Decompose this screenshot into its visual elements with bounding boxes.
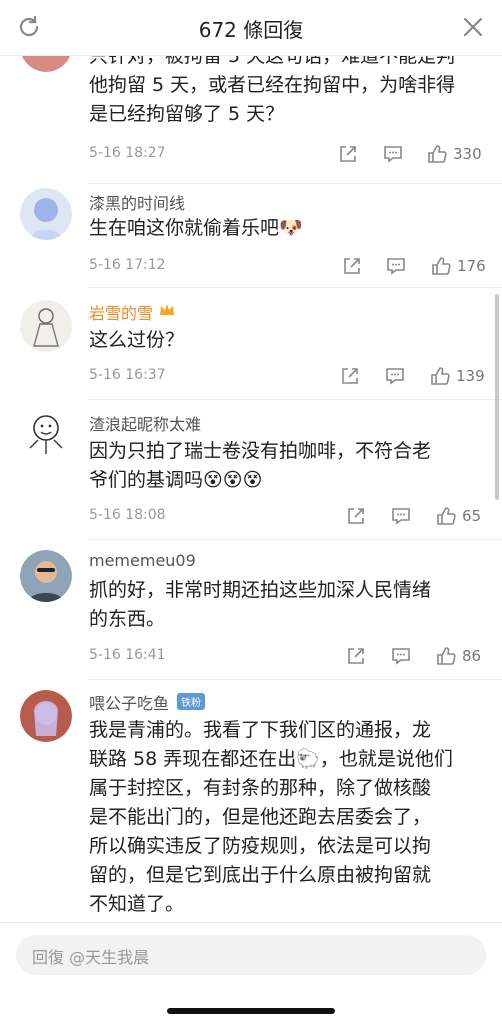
reply-bar: 回復 @天生我晨 (0, 922, 502, 1024)
comment-time: 5-16 17:12 (89, 257, 166, 273)
like-count: 330 (453, 145, 482, 163)
like-count: 176 (457, 257, 486, 275)
comment-text: 这么过份？ (89, 329, 185, 351)
comment-list[interactable]: 只针对，被拘留 5 天这句话，难道不能是判 他拘留 5 天，或者已经在拘留中，为… (0, 0, 502, 922)
comment-text: 抓的好，非常时期还拍这些加深人民情绪 的东西。 (89, 579, 432, 630)
user-name[interactable]: 漆黑的时间线 (89, 190, 185, 214)
comment-item: 渣浪起昵称太难 因为只拍了瑞士卷没有拍咖啡，不符合老 爷们的基调吗😵😵😵 5-1… (0, 400, 502, 540)
thumbs-up-icon[interactable] (435, 505, 457, 527)
user-name[interactable]: mememeu09 (89, 551, 196, 570)
comment-item: mememeu09 抓的好，非常时期还拍这些加深人民情绪 的东西。 5-16 1… (0, 540, 502, 680)
close-icon[interactable] (460, 14, 486, 40)
share-icon[interactable] (337, 143, 359, 165)
comment-time: 5-16 16:41 (89, 647, 166, 663)
avatar[interactable] (20, 690, 72, 742)
thumbs-up-icon[interactable] (429, 365, 451, 387)
user-name[interactable]: 渣浪起昵称太难 (89, 411, 201, 435)
like-count: 86 (462, 647, 482, 665)
comment-text: 我是青浦的。我看了下我们区的通报，龙 联路 58 弄现在都还在出🐑，也就是说他们… (89, 719, 453, 915)
avatar[interactable] (20, 408, 72, 460)
comment-item: 喂公子吃鱼 铁粉 我是青浦的。我看了下我们区的通报，龙 联路 58 弄现在都还在出… (0, 680, 502, 922)
comment-icon[interactable] (390, 645, 412, 667)
scrollbar[interactable] (495, 294, 499, 500)
crown-icon (159, 302, 175, 321)
like-count: 139 (456, 367, 485, 385)
avatar[interactable] (20, 300, 72, 352)
comment-text: 因为只拍了瑞士卷没有拍咖啡，不符合老 爷们的基调吗😵😵😵 (89, 440, 432, 491)
page-title: 672 條回復 (198, 18, 304, 42)
comment-icon[interactable] (390, 505, 412, 527)
share-icon[interactable] (339, 365, 361, 387)
comment-icon[interactable] (382, 143, 404, 165)
comment-item: 漆黑的时间线 生在咱这你就偷着乐吧🐶 5-16 17:12 176 (0, 184, 502, 288)
header: 672 條回復 (0, 0, 502, 56)
like-count: 65 (462, 507, 482, 525)
comment-item: 岩雪的雪 这么过份？ 5-16 16:37 139 (0, 288, 502, 400)
comment-icon[interactable] (384, 365, 406, 387)
comment-time: 5-16 16:37 (89, 367, 166, 383)
user-name[interactable]: 喂公子吃鱼 铁粉 (89, 690, 206, 714)
fan-badge: 铁粉 (177, 693, 206, 710)
thumbs-up-icon[interactable] (430, 255, 452, 277)
thumbs-up-icon[interactable] (435, 645, 457, 667)
share-icon[interactable] (341, 255, 363, 277)
share-icon[interactable] (345, 645, 367, 667)
avatar[interactable] (20, 188, 72, 240)
avatar[interactable] (20, 550, 72, 602)
comment-icon[interactable] (385, 255, 407, 277)
thumbs-up-icon[interactable] (426, 143, 448, 165)
comment-time: 5-16 18:08 (89, 507, 166, 523)
user-name[interactable]: 岩雪的雪 (89, 300, 175, 324)
reply-input[interactable]: 回復 @天生我晨 (16, 935, 486, 975)
comment-time: 5-16 18:27 (89, 145, 166, 161)
comment-text: 生在咱这你就偷着乐吧🐶 (89, 217, 303, 239)
share-icon[interactable] (345, 505, 367, 527)
home-indicator (167, 1008, 335, 1014)
